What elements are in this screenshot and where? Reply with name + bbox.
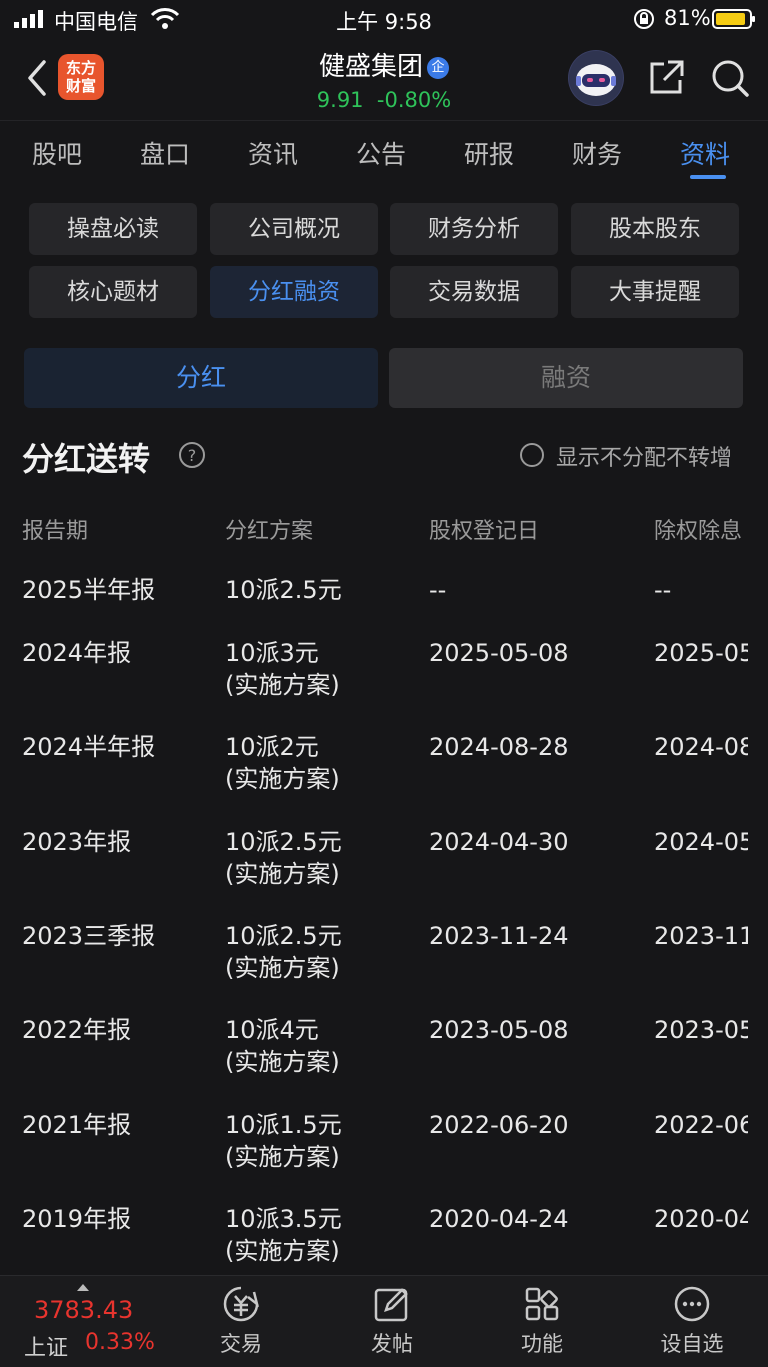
battery-icon	[712, 9, 755, 29]
ex-date-column: 除权除息 -- 2025-05-09 2024-08-29 2024-05-06 202…	[652, 500, 748, 1275]
cell-period: 2023三季报	[22, 922, 156, 950]
menu-trading-data[interactable]: 交易数据	[390, 266, 558, 318]
stock-price: 9.91	[316, 88, 364, 112]
cell-plan: 10派2.5元	[225, 922, 342, 950]
grid-icon	[525, 1287, 559, 1321]
cell-ex-date: 2024-08-29	[654, 733, 748, 761]
active-tab-indicator	[690, 175, 726, 179]
hide-no-dividend-label[interactable]: 显示不分配不转增	[556, 440, 732, 472]
cell-period: 2025半年报	[22, 576, 156, 604]
menu-company-overview[interactable]: 公司概况	[210, 203, 378, 255]
cell-ex-date: 2023-11-27	[654, 922, 748, 950]
header-record-date: 股权登记日	[429, 519, 540, 544]
cell-plan-note: (实施方案)	[225, 954, 340, 982]
add-watchlist-label: 设自选	[660, 1332, 724, 1356]
stock-header: 东方 财富 健盛集团企 9.91 -0.80%	[0, 40, 768, 120]
cell-record-date: 2023-05-08	[429, 1016, 569, 1044]
battery-percent: 81%	[664, 6, 711, 30]
cell-plan: 10派1.5元	[225, 1111, 342, 1139]
cell-period: 2024半年报	[22, 733, 156, 761]
cell-plan-note: (实施方案)	[225, 860, 340, 888]
segment-financing[interactable]: 融资	[389, 348, 743, 408]
svg-text:?: ?	[188, 446, 197, 465]
add-watchlist-button[interactable]: 设自选	[637, 1284, 747, 1358]
header-period: 报告期	[22, 519, 89, 544]
cell-period: 2021年报	[22, 1111, 132, 1139]
cell-ex-date: 2023-05-09	[654, 1016, 748, 1044]
help-icon[interactable]: ?	[178, 441, 206, 469]
index-value: 3783.43	[34, 1296, 134, 1324]
menu-financial-analysis[interactable]: 财务分析	[390, 203, 558, 255]
cell-period: 2024年报	[22, 639, 132, 667]
trade-icon	[223, 1286, 260, 1322]
cell-plan-note: (实施方案)	[225, 1143, 340, 1171]
cell-period: 2022年报	[22, 1016, 132, 1044]
tab-profile[interactable]: 资料	[680, 135, 730, 171]
stock-change: -0.80%	[376, 88, 452, 112]
trade-label: 交易	[220, 1332, 262, 1356]
stock-name-text: 健盛集团	[318, 52, 423, 82]
compose-icon	[374, 1288, 408, 1322]
cell-record-date: 2023-11-24	[429, 922, 569, 950]
more-icon	[674, 1286, 710, 1322]
share-icon[interactable]	[646, 58, 686, 98]
cell-plan-note: (实施方案)	[225, 671, 340, 699]
functions-label: 功能	[521, 1332, 563, 1356]
functions-button[interactable]: 功能	[487, 1284, 597, 1358]
cell-ex-date: 2024-05-06	[654, 828, 748, 856]
cell-plan: 10派3.5元	[225, 1205, 342, 1233]
top-tabs: 股吧 盘口 资讯 公告 研报 财务 资料	[0, 120, 768, 183]
status-bar: 中国电信 上午 9:58 81%	[0, 0, 768, 40]
cell-plan: 10派4元	[225, 1016, 319, 1044]
cell-plan: 10派2元	[225, 733, 319, 761]
cell-ex-date: 2020-04-27	[654, 1205, 748, 1233]
menu-shareholders[interactable]: 股本股东	[571, 203, 739, 255]
cell-record-date: 2020-04-24	[429, 1205, 569, 1233]
tab-news[interactable]: 资讯	[248, 135, 298, 171]
post-label: 发帖	[371, 1332, 413, 1356]
cell-plan-note: (实施方案)	[225, 765, 340, 793]
menu-core-themes[interactable]: 核心题材	[29, 266, 197, 318]
cell-record-date: 2022-06-20	[429, 1111, 569, 1139]
segment-dividend[interactable]: 分红	[24, 348, 378, 408]
cell-ex-date: 2025-05-09	[654, 639, 748, 667]
expand-up-icon	[77, 1284, 89, 1291]
cell-period: 2019年报	[22, 1205, 132, 1233]
assistant-robot-icon[interactable]	[568, 50, 624, 106]
enterprise-badge: 企	[427, 57, 449, 79]
cell-ex-date: 2022-06-21	[654, 1111, 748, 1139]
section-title: 分红送转	[22, 440, 151, 478]
tab-announcements[interactable]: 公告	[356, 135, 406, 171]
menu-event-reminders[interactable]: 大事提醒	[571, 266, 739, 318]
cell-record-date: --	[429, 576, 447, 604]
tab-research[interactable]: 研报	[464, 135, 514, 171]
cell-plan: 10派2.5元	[225, 828, 342, 856]
menu-dividend-financing[interactable]: 分红融资	[210, 266, 378, 318]
search-icon[interactable]	[710, 58, 750, 98]
index-change: 0.33%	[85, 1330, 155, 1355]
bottom-bar: 3783.43 上证 0.33% 交易 发帖 功能 设自选	[0, 1275, 768, 1367]
tab-pankou[interactable]: 盘口	[140, 135, 190, 171]
cell-plan-note: (实施方案)	[225, 1237, 340, 1265]
post-button[interactable]: 发帖	[337, 1284, 447, 1358]
cell-record-date: 2024-04-30	[429, 828, 569, 856]
header-plan: 分红方案	[225, 519, 314, 544]
index-name: 上证	[24, 1336, 69, 1361]
cell-record-date: 2025-05-08	[429, 639, 569, 667]
cell-plan: 10派2.5元	[225, 576, 342, 604]
cell-plan: 10派3元	[225, 639, 319, 667]
tab-guba[interactable]: 股吧	[32, 135, 82, 171]
cell-period: 2023年报	[22, 828, 132, 856]
header-ex-date: 除权除息	[654, 519, 743, 544]
trade-button[interactable]: 交易	[186, 1284, 296, 1358]
hide-no-dividend-radio[interactable]	[520, 443, 544, 467]
rotation-lock-icon	[634, 9, 654, 29]
cell-ex-date: --	[654, 576, 672, 604]
cell-record-date: 2024-08-28	[429, 733, 569, 761]
tab-finance[interactable]: 财务	[572, 135, 622, 171]
cell-plan-note: (实施方案)	[225, 1048, 340, 1076]
menu-trading-must-read[interactable]: 操盘必读	[29, 203, 197, 255]
